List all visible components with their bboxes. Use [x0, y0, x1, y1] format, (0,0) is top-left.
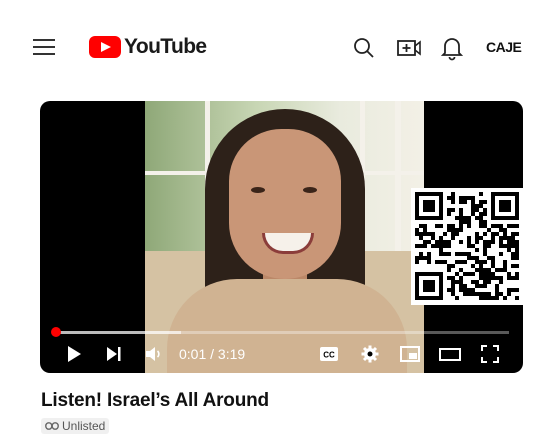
link-icon [45, 422, 59, 430]
top-bar: YouTube CAJE [0, 18, 540, 74]
youtube-play-logo-icon [89, 36, 121, 58]
progress-scrubber[interactable] [51, 327, 62, 337]
youtube-logo[interactable]: YouTube [89, 35, 207, 59]
visibility-label: Unlisted [62, 419, 106, 433]
channel-avatar[interactable]: CAJE [486, 39, 522, 55]
qr-code-image [415, 192, 519, 300]
next-icon[interactable] [106, 345, 122, 363]
visibility-badge: Unlisted [41, 418, 110, 434]
volume-icon[interactable] [145, 345, 163, 363]
time-display: 0:01 / 3:19 [179, 346, 246, 362]
video-title: Listen! Israel’s All Around [41, 390, 269, 411]
settings-icon[interactable] [361, 345, 379, 363]
miniplayer-icon[interactable] [400, 345, 420, 363]
notifications-bell-icon[interactable] [441, 35, 463, 61]
qr-code [411, 188, 523, 305]
video-player[interactable]: 0:01 / 3:19 CC [40, 101, 523, 373]
svg-text:CC: CC [323, 351, 335, 360]
theater-mode-icon[interactable] [439, 345, 461, 363]
progress-bar[interactable] [51, 327, 509, 337]
create-video-icon[interactable] [396, 36, 422, 60]
buffered-bar [54, 331, 182, 334]
search-icon[interactable] [352, 36, 376, 60]
play-icon[interactable] [66, 345, 82, 363]
captions-icon[interactable]: CC [319, 345, 339, 363]
youtube-wordmark: YouTube [124, 35, 207, 58]
menu-icon[interactable] [33, 39, 55, 55]
fullscreen-icon[interactable] [481, 345, 499, 363]
